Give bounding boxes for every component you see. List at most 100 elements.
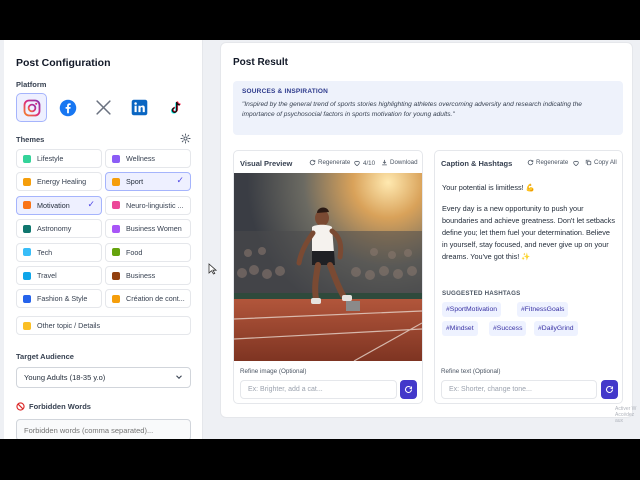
forbidden-words-label: Forbidden Words <box>29 402 91 411</box>
visual-preview-card: Visual Preview Regenerate 4/10 Download <box>233 150 423 404</box>
x-icon <box>96 100 111 115</box>
theme-icon <box>23 177 31 186</box>
refine-image-label: Refine image (Optional) <box>240 368 307 375</box>
visual-like-button[interactable]: 4/10 <box>353 159 375 167</box>
activation-watermark: Activer W Accédez aux <box>615 406 640 424</box>
target-audience-select[interactable]: Young Adults (18-35 y.o) <box>16 367 191 388</box>
theme-label: Food <box>126 247 143 257</box>
theme-chip[interactable]: Neuro-linguistic ... <box>105 195 191 215</box>
platform-instagram-button[interactable] <box>16 93 47 122</box>
theme-chip[interactable]: Fashion & Style <box>16 289 102 309</box>
theme-chip[interactable]: Sport ✓ <box>105 172 191 192</box>
visual-preview-title: Visual Preview <box>240 159 293 168</box>
theme-label: Astronomy <box>37 224 72 234</box>
caption-regenerate-button[interactable]: Regenerate <box>527 159 568 166</box>
post-configuration-panel: Post Configuration Platform Themes Other… <box>4 40 203 439</box>
theme-label: Motivation <box>37 200 70 210</box>
theme-label: Tech <box>37 247 53 257</box>
checkmark-icon: ✓ <box>87 198 95 209</box>
theme-icon <box>23 154 31 163</box>
heart-icon <box>573 160 579 167</box>
theme-label: Création de cont... <box>126 294 185 304</box>
refresh-icon <box>404 386 413 393</box>
caption-title: Caption & Hashtags <box>441 159 513 168</box>
refine-text-input[interactable]: Ex: Shorter, change tone... <box>441 380 597 399</box>
theme-icon <box>23 271 31 280</box>
theme-chip[interactable]: Business Women <box>105 219 191 239</box>
other-topic-label: Other topic / Details <box>37 321 101 330</box>
generated-athlete-image <box>234 173 422 361</box>
sources-heading: SOURCES & INSPIRATION <box>242 88 329 95</box>
visual-download-label: Download <box>390 159 418 166</box>
other-topic-button[interactable]: Other topic / Details <box>16 316 191 335</box>
refine-text-label: Refine text (Optional) <box>441 368 501 375</box>
refine-text-submit-button[interactable] <box>601 380 618 399</box>
post-result-panel: Post Result SOURCES & INSPIRATION "Inspi… <box>220 42 633 418</box>
theme-chip[interactable]: Energy Healing <box>16 172 102 192</box>
prohibited-icon <box>16 402 25 411</box>
linkedin-icon <box>131 99 148 116</box>
copy-icon <box>585 159 592 166</box>
theme-chip[interactable]: Lifestyle <box>16 149 102 168</box>
facebook-icon <box>59 99 76 116</box>
theme-icon <box>112 271 120 280</box>
visual-download-button[interactable]: Download <box>381 159 418 166</box>
heart-icon <box>354 160 360 167</box>
platform-label: Platform <box>16 80 47 89</box>
hashtag-chip[interactable]: #DailyGrind <box>534 321 578 336</box>
platform-facebook-button[interactable] <box>52 93 83 122</box>
caption-regenerate-label: Regenerate <box>536 159 569 166</box>
panel-title: Post Configuration <box>16 57 111 69</box>
theme-chip[interactable]: Création de cont... <box>105 289 191 309</box>
theme-label: Wellness <box>126 154 156 163</box>
platform-x-button[interactable] <box>88 93 119 122</box>
gear-icon[interactable] <box>180 133 191 144</box>
refine-text-placeholder: Ex: Shorter, change tone... <box>449 386 532 393</box>
theme-chip[interactable]: Travel <box>16 266 102 285</box>
refresh-icon <box>309 159 316 166</box>
theme-label: Business <box>126 271 156 280</box>
hashtag-chip[interactable]: #Mindset <box>442 321 478 336</box>
hashtag-chip[interactable]: #SportMotivation <box>442 302 502 317</box>
refine-image-placeholder: Ex: Brighter, add a cat... <box>248 386 323 393</box>
tiktok-icon <box>170 100 181 114</box>
theme-chip[interactable]: Motivation ✓ <box>16 195 102 215</box>
refresh-icon <box>527 159 534 166</box>
visual-regenerate-button[interactable]: Regenerate <box>309 159 350 166</box>
hashtag-chip[interactable]: #Success <box>489 321 527 336</box>
forbidden-words-heading: Forbidden Words <box>16 402 91 411</box>
forbidden-words-input[interactable] <box>16 419 191 439</box>
caption-like-button[interactable] <box>572 159 580 167</box>
theme-chip[interactable]: Business <box>105 266 191 285</box>
post-result-title: Post Result <box>233 57 289 68</box>
refine-image-input[interactable]: Ex: Brighter, add a cat... <box>240 380 397 399</box>
visual-count: 4/10 <box>363 159 376 167</box>
caption-paragraph: Your potential is limitless! 💪 <box>442 183 535 192</box>
platform-tiktok-button[interactable] <box>160 93 191 122</box>
hashtags-heading: SUGGESTED HASHTAGS <box>442 290 521 297</box>
theme-icon <box>112 248 120 257</box>
copy-all-label: Copy All <box>594 159 617 166</box>
platform-linkedin-button[interactable] <box>124 93 155 122</box>
chevron-down-icon <box>176 375 182 380</box>
target-audience-value: Young Adults (18-35 y.o) <box>24 373 106 382</box>
theme-chip[interactable]: Tech <box>16 242 102 262</box>
refine-image-submit-button[interactable] <box>400 380 417 399</box>
instagram-icon <box>23 99 40 116</box>
theme-chip[interactable]: Astronomy <box>16 219 102 239</box>
sources-text: "Inspired by the general trend of sports… <box>242 101 582 118</box>
watermark-line: Accédez aux <box>615 412 635 424</box>
theme-chip[interactable]: Wellness <box>105 149 191 168</box>
caption-card: Caption & Hashtags Regenerate Copy All Y… <box>434 150 623 404</box>
hashtag-chip[interactable]: #FitnessGoals <box>517 302 569 317</box>
mouse-cursor-icon <box>208 263 217 275</box>
theme-label: Sport <box>126 177 144 187</box>
theme-icon <box>23 201 31 210</box>
theme-icon <box>23 224 31 233</box>
themes-label: Themes <box>16 135 45 144</box>
theme-label: Travel <box>37 271 57 280</box>
theme-chip[interactable]: Food <box>105 242 191 262</box>
app-stage: Post Configuration Platform Themes Other… <box>0 40 640 439</box>
copy-all-button[interactable]: Copy All <box>585 159 617 166</box>
sparkle-icon <box>23 321 31 330</box>
